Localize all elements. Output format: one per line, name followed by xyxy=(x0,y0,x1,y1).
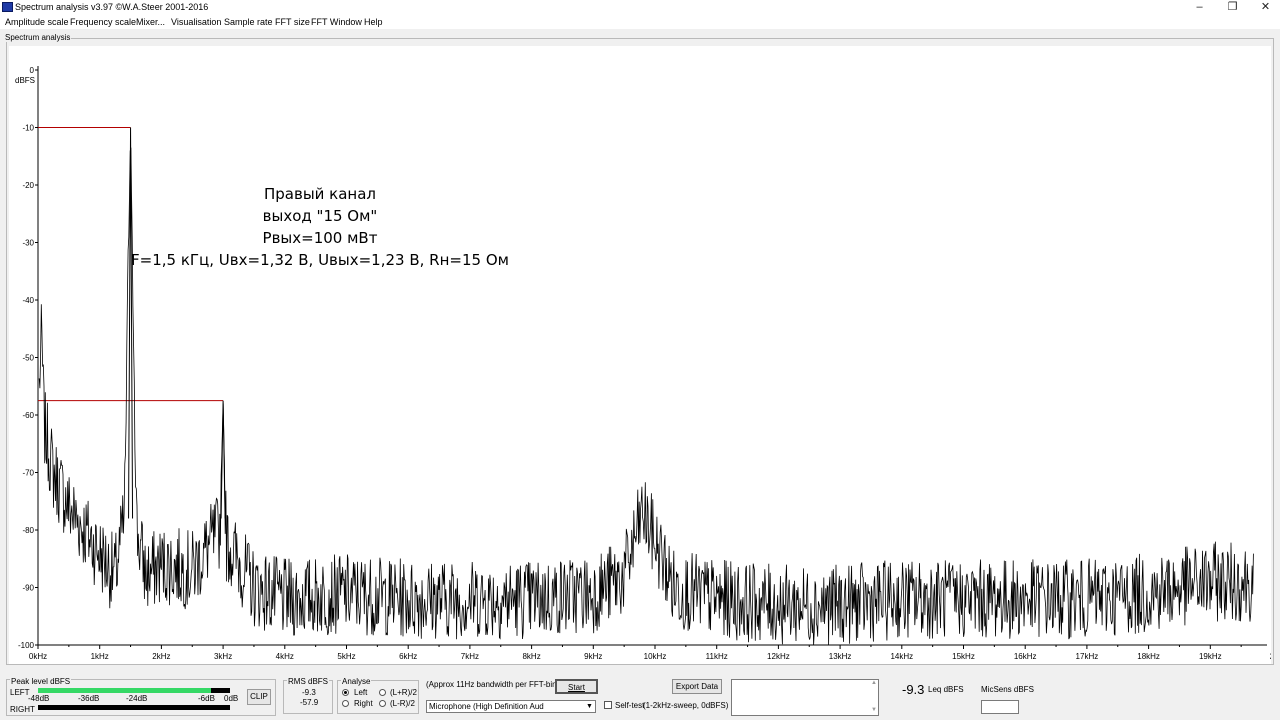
x-tick-label: 0kHz xyxy=(29,652,47,661)
window-title: Spectrum analysis v3.97 ©W.A.Steer 2001-… xyxy=(15,2,209,12)
menu-sample-rate[interactable]: Sample rate xyxy=(224,17,273,27)
spectrum-plot: 0 -10 -20 -30 -40 -50 -60 -70 -80 -90 -100 dBFS 0kHz… xyxy=(9,46,1271,664)
x-tick-label: 10kHz xyxy=(644,652,667,661)
info-textbox[interactable] xyxy=(731,679,879,716)
meter-scale-0: 0dB xyxy=(224,694,239,703)
x-tick-label: 9kHz xyxy=(584,652,602,661)
analyse-left-label: Left xyxy=(354,688,368,697)
annotation-line: Рвых=100 мВт xyxy=(263,229,378,247)
bandwidth-note: (Approx 11Hz bandwidth per FFT-bin) xyxy=(426,680,560,689)
analyse-right-radio[interactable] xyxy=(342,700,349,707)
y-tick-label: -80 xyxy=(22,526,34,535)
x-tick-label: 5kHz xyxy=(337,652,355,661)
meter-scale-36: -36dB xyxy=(78,694,100,703)
menu-amplitude-scale[interactable]: Amplitude scale xyxy=(5,17,69,27)
x-tick-label: 17kHz xyxy=(1076,652,1099,661)
rms-left-value: -9.3 xyxy=(302,688,316,697)
annotation-line: F=1,5 кГц, Uвх=1,32 В, Uвых=1,23 В, Rн=1… xyxy=(131,251,509,269)
analyse-diff-radio[interactable] xyxy=(379,700,386,707)
rms-right-value: -57.9 xyxy=(300,698,319,707)
spectrum-peak xyxy=(128,127,134,519)
micsens-label: MicSens dBFS xyxy=(981,685,1034,694)
x-tick-label: 13kHz xyxy=(829,652,852,661)
analyse-diff-label: (L-R)/2 xyxy=(390,699,415,708)
y-tick-label: -90 xyxy=(22,584,34,593)
y-tick-label: -50 xyxy=(22,354,34,363)
x-tick-label: 2kHz xyxy=(152,652,170,661)
start-button[interactable]: Start xyxy=(555,679,598,694)
left-peak-meter xyxy=(38,688,230,693)
x-tick-label: 18kHz xyxy=(1137,652,1160,661)
restore-button[interactable]: ❐ xyxy=(1216,0,1249,15)
y-tick-label: 0 xyxy=(30,66,35,75)
meter-scale-24: -24dB xyxy=(126,694,148,703)
x-tick-label: 12kHz xyxy=(767,652,790,661)
scroll-down-icon[interactable]: ▼ xyxy=(871,707,877,713)
x-tick-label: 14kHz xyxy=(890,652,913,661)
menu-help[interactable]: Help xyxy=(364,17,383,27)
self-test-label: Self-test xyxy=(615,701,645,710)
self-test-note: (1-2kHz-sweep, 0dBFS) xyxy=(643,701,729,710)
y-tick-label: -40 xyxy=(22,296,34,305)
left-channel-label: LEFT xyxy=(10,688,30,697)
export-data-button[interactable]: Export Data xyxy=(672,679,722,694)
clip-indicator[interactable]: CLIP xyxy=(247,689,271,705)
x-tick-label: 2 xyxy=(1270,652,1271,661)
menu-fft-size[interactable]: FFT size xyxy=(275,17,310,27)
analyse-right-label: Right xyxy=(354,699,373,708)
leq-label: Leq dBFS xyxy=(928,685,964,694)
y-tick-label: -10 xyxy=(22,124,34,133)
analyse-left-radio[interactable] xyxy=(342,689,349,696)
y-tick-label: -100 xyxy=(18,641,35,650)
app-icon xyxy=(2,2,13,12)
rms-caption: RMS dBFS xyxy=(287,677,330,686)
micsens-input[interactable] xyxy=(981,700,1019,714)
minimize-button[interactable]: – xyxy=(1183,0,1216,15)
spectrum-chart: 0 -10 -20 -30 -40 -50 -60 -70 -80 -90 -100 dBFS 0kHz… xyxy=(15,66,1271,661)
scroll-up-icon[interactable]: ▲ xyxy=(871,680,877,686)
menu-visualisation[interactable]: Visualisation xyxy=(171,17,221,27)
peak-level-caption: Peak level dBFS xyxy=(10,677,72,686)
analyse-sum-radio[interactable] xyxy=(379,689,386,696)
y-unit-label: dBFS xyxy=(15,76,35,85)
annotation-line: выход "15 Ом" xyxy=(263,207,378,225)
menu-fft-window[interactable]: FFT Window xyxy=(311,17,362,27)
annotation-line: Правый канал xyxy=(264,185,376,203)
x-tick-label: 11kHz xyxy=(706,652,728,661)
left-peak-fill xyxy=(38,688,211,693)
input-device-value: Microphone (High Definition Aud xyxy=(429,702,544,711)
x-tick-label: 7kHz xyxy=(461,652,479,661)
y-tick-label: -20 xyxy=(22,181,34,190)
x-tick-label: 6kHz xyxy=(399,652,417,661)
self-test-checkbox[interactable] xyxy=(604,701,612,709)
dropdown-arrow-icon[interactable]: ▼ xyxy=(584,701,595,712)
analyse-caption: Analyse xyxy=(341,677,372,686)
y-tick-label: -70 xyxy=(22,469,34,478)
menu-mixer[interactable]: Mixer... xyxy=(136,17,165,27)
x-tick-label: 1kHz xyxy=(91,652,109,661)
x-tick-label: 16kHz xyxy=(1014,652,1037,661)
spectrum-caption: Spectrum analysis xyxy=(4,33,72,42)
title-bar: Spectrum analysis v3.97 ©W.A.Steer 2001-… xyxy=(0,0,1280,15)
close-button[interactable]: ✕ xyxy=(1249,0,1280,15)
y-tick-label: -30 xyxy=(22,239,34,248)
y-tick-label: -60 xyxy=(22,411,34,420)
input-device-select[interactable]: Microphone (High Definition Aud ▼ xyxy=(426,700,596,713)
right-peak-meter xyxy=(38,705,230,710)
meter-scale-48: -48dB xyxy=(28,694,50,703)
x-tick-label: 19kHz xyxy=(1199,652,1222,661)
analyse-sum-label: (L+R)/2 xyxy=(390,688,417,697)
right-channel-label: RIGHT xyxy=(10,705,35,714)
x-tick-label: 15kHz xyxy=(952,652,975,661)
menu-frequency-scale[interactable]: Frequency scale xyxy=(70,17,136,27)
leq-value: -9.3 xyxy=(902,682,925,697)
x-tick-label: 4kHz xyxy=(276,652,294,661)
menu-bar: Amplitude scale Frequency scale Mixer...… xyxy=(0,15,1280,29)
x-tick-label: 8kHz xyxy=(522,652,540,661)
spectrum-trace xyxy=(38,147,1254,646)
x-tick-label: 3kHz xyxy=(214,652,232,661)
meter-scale-6: -6dB xyxy=(198,694,215,703)
